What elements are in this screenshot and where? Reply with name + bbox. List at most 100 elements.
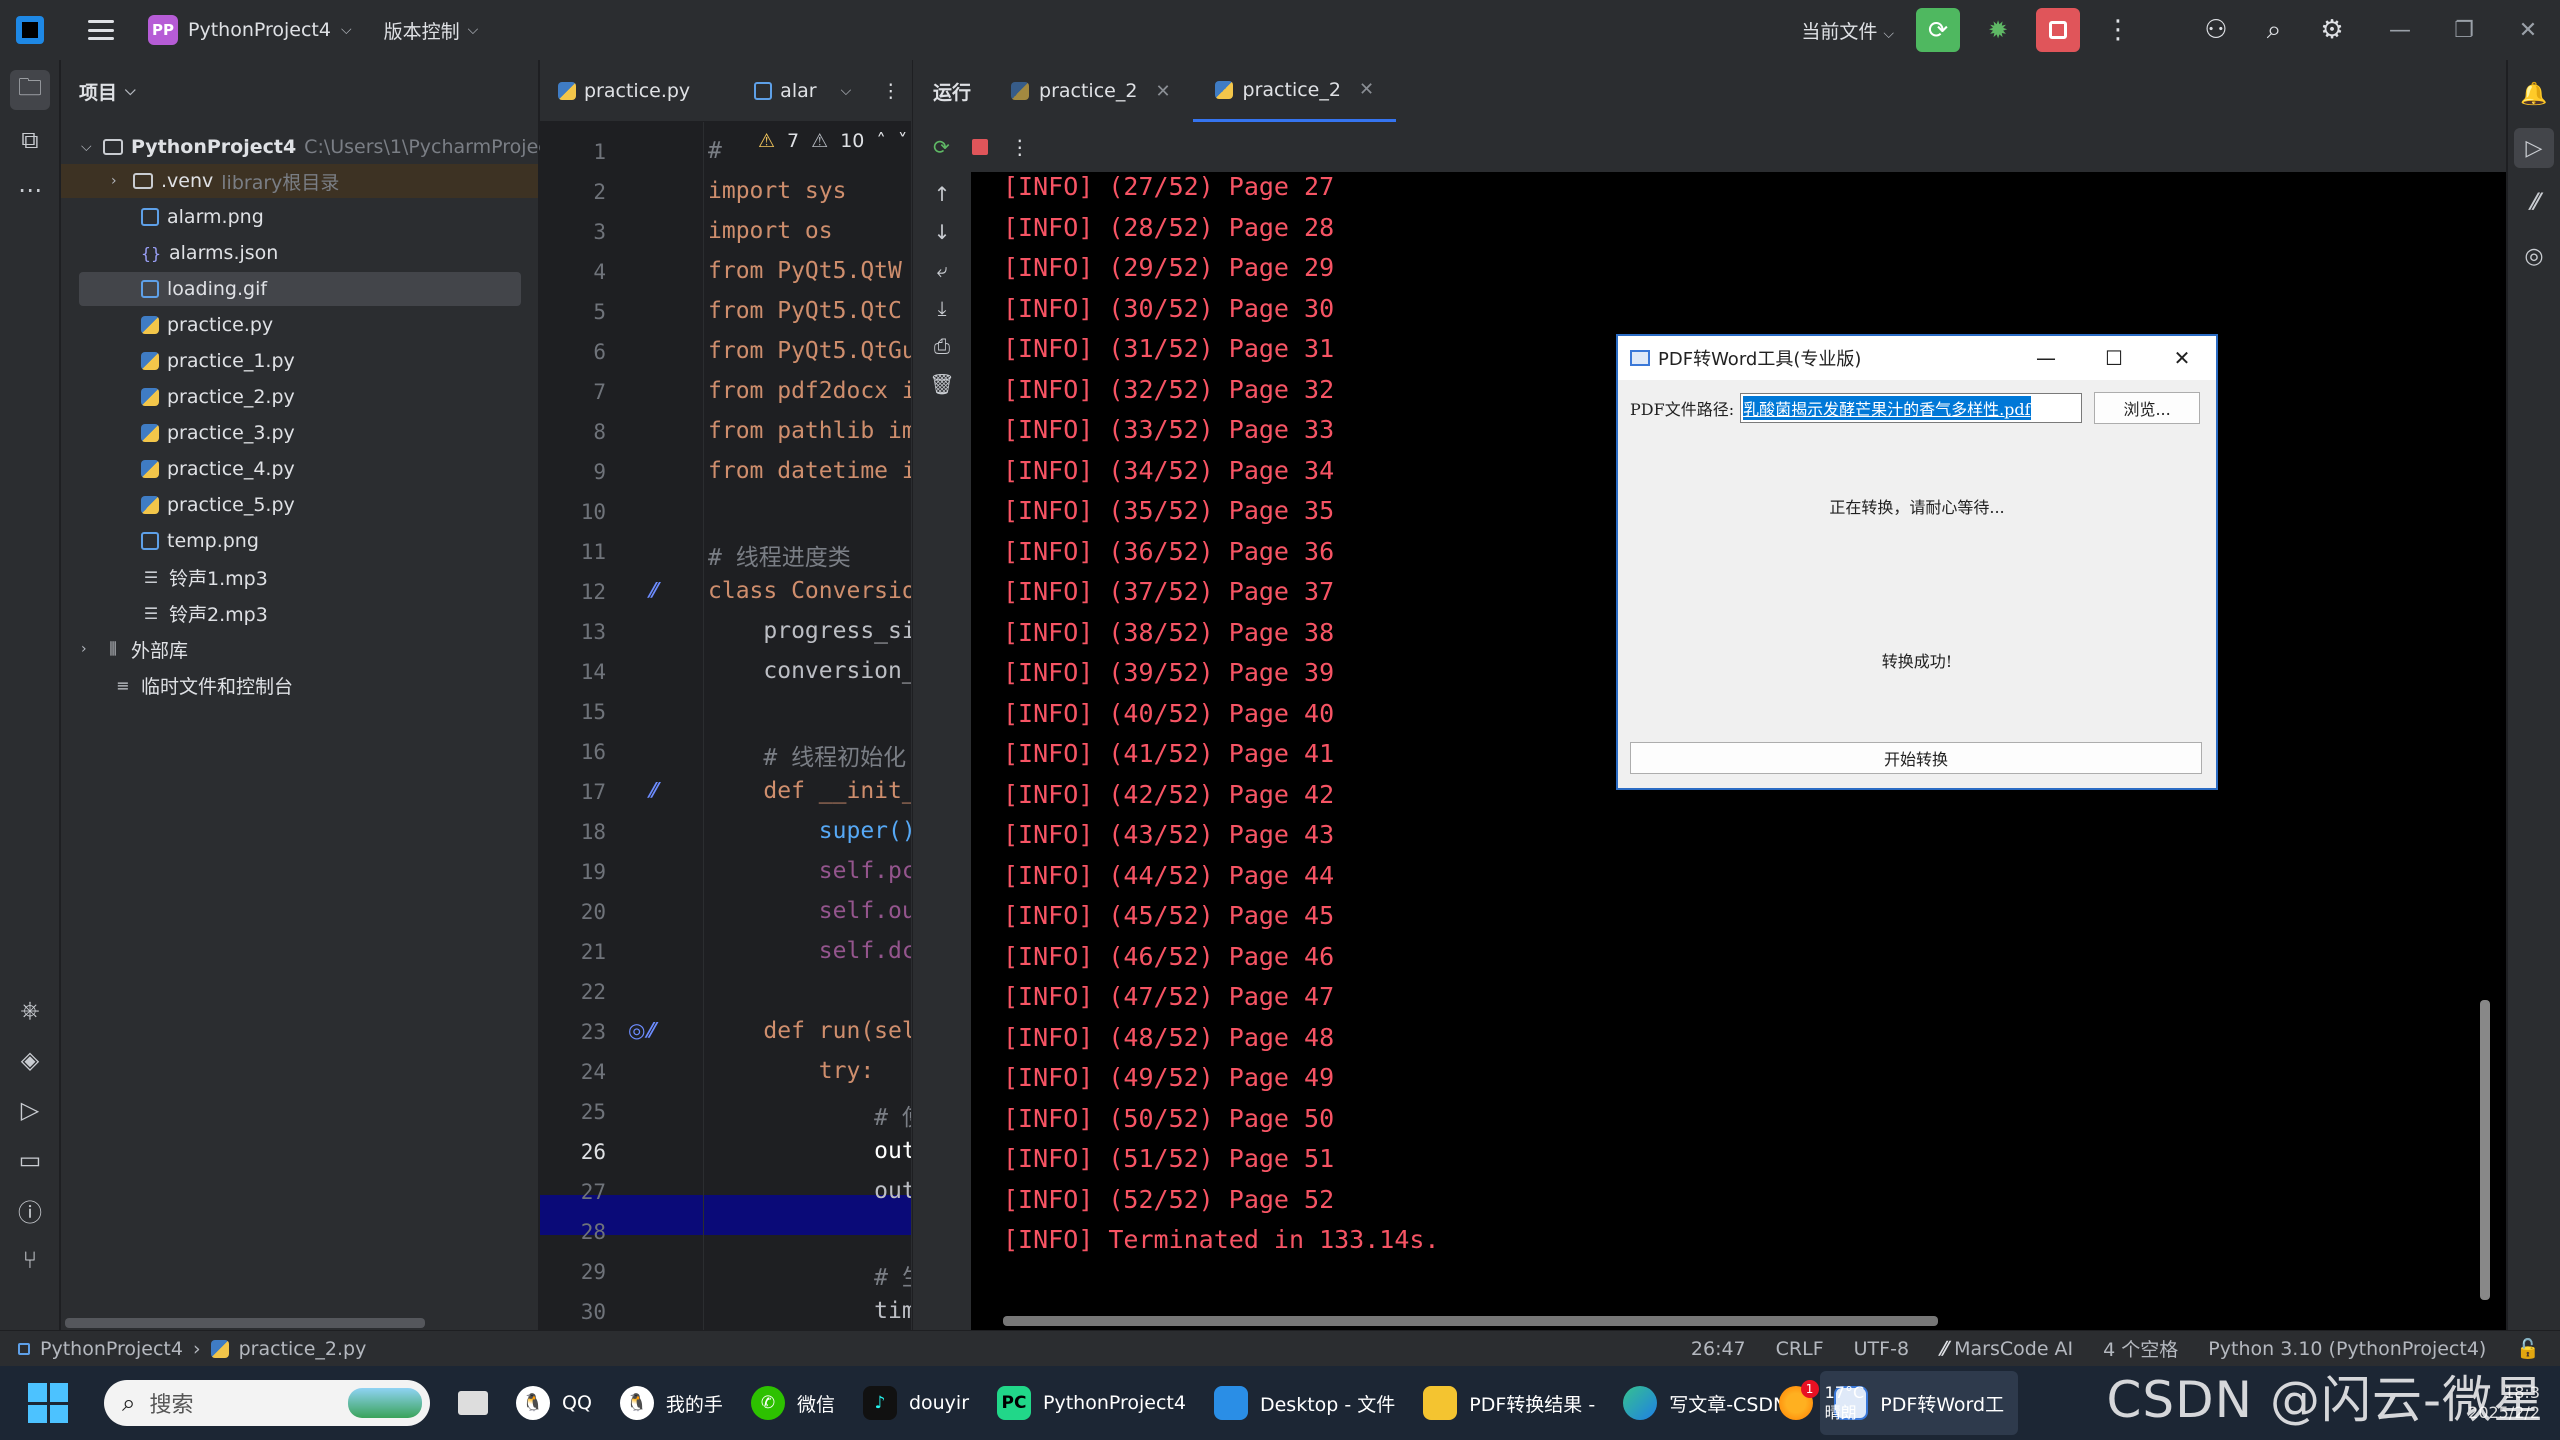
rerun-icon[interactable]: ⟳ [933,135,950,159]
taskbar-app-qq[interactable]: 🐧 QQ [502,1371,606,1435]
tree-item-file[interactable]: practice_1.py [141,344,295,378]
search-icon[interactable]: ⌕ [2252,8,2296,52]
more-tools-icon[interactable]: ⋯ [10,170,50,210]
print-icon[interactable]: ⎙ [913,334,971,372]
tabs-dropdown-icon[interactable]: ⌵ [841,83,852,99]
marscode-icon[interactable]: ⫽ [2514,182,2554,222]
code-area[interactable]: # import sys import os from PyQt5.QtW fr… [708,122,911,1330]
restore-button[interactable]: ❐ [2432,18,2496,43]
tree-item-file[interactable]: alarm.png [141,200,264,234]
git-icon[interactable]: ⑂ [10,1240,50,1280]
python-packages-icon[interactable]: ◈ [10,1040,50,1080]
file-encoding[interactable]: UTF-8 [1854,1338,1909,1360]
tree-item-file[interactable]: practice.py [141,308,273,342]
python-console-icon[interactable]: ⎈ [10,990,50,1030]
project-switcher[interactable]: PP PythonProject4 ⌵ [148,15,352,45]
more-actions-icon[interactable]: ⋮ [881,80,900,102]
tree-item-scratches[interactable]: ≡ 临时文件和控制台 [113,668,293,702]
tree-item-file-selected[interactable]: loading.gif [79,272,521,306]
tree-item-label: practice_2.py [167,386,295,408]
lock-icon[interactable]: 🔓 [2516,1337,2540,1360]
close-icon[interactable]: ✕ [1155,81,1170,102]
stop-button[interactable] [2036,8,2080,52]
tree-item-venv[interactable]: › .venv library根目录 [61,164,538,198]
taskbar-app-douyin[interactable]: ♪ douyir [849,1371,983,1435]
main-menu-icon[interactable] [88,20,114,40]
bell-icon[interactable]: 🔔 [2514,74,2554,114]
weather-widget[interactable]: 17°C 晴朗 [1825,1383,1865,1423]
override-marker-icon[interactable]: ◎⫽ [628,1018,654,1042]
breadcrumb-file[interactable]: practice_2.py [239,1338,367,1360]
indent-setting[interactable]: 4 个空格 [2103,1335,2178,1362]
run-config-selector[interactable]: 当前文件 ⌵ [1801,17,1894,44]
more-actions-icon[interactable]: ⋮ [1010,135,1030,159]
weather-icon[interactable]: 1 [1778,1380,1819,1420]
close-button[interactable]: ✕ [2148,346,2216,370]
project-panel-header[interactable]: 项目 ⌵ [61,60,538,122]
rerun-button[interactable]: ⟳ [1916,8,1960,52]
services-icon[interactable]: ▷ [10,1090,50,1130]
trash-icon[interactable]: 🗑 [913,372,971,410]
gear-icon[interactable]: ⚙ [2310,8,2354,52]
python-interpreter[interactable]: Python 3.10 (PythonProject4) [2208,1338,2486,1360]
ai-marker-icon[interactable]: ⫽ [648,578,657,602]
arrow-down-icon[interactable]: ↓ [913,220,971,258]
vcs-menu[interactable]: 版本控制 ⌵ [384,17,479,44]
python-file-icon [1011,82,1030,100]
project-panel: 项目 ⌵ ⌵ PythonProject4 C:\Users\1\Pycharm… [61,60,583,1330]
pdf-path-input[interactable]: 乳酸菌揭示发酵芒果汁的香气多样性.pdf [1740,393,2083,423]
marscode-status[interactable]: ⫽ MarsCode AI [1939,1338,2073,1360]
tab-alarm[interactable]: alar [708,60,834,121]
minimize-button[interactable]: — [2012,346,2080,370]
debug-button[interactable]: ✹ [1976,8,2020,52]
ai-assistant-icon[interactable]: ◎ [2514,236,2554,276]
tree-item-file[interactable]: practice_3.py [141,416,295,450]
project-folder-icon[interactable]: 🗀 [10,70,50,110]
run-tab[interactable]: practice_2 ✕ [989,60,1193,122]
close-icon[interactable]: ✕ [1359,79,1374,100]
taskbar-app-wechat[interactable]: ✆ 微信 [737,1371,849,1435]
run-tab-active[interactable]: practice_2 ✕ [1192,60,1397,122]
caret-position[interactable]: 26:47 [1691,1338,1746,1360]
horizontal-scrollbar[interactable] [65,1318,425,1328]
tree-item-project-root[interactable]: ⌵ PythonProject4 C:\Users\1\PycharmProje… [81,130,583,164]
taskbar-app-explorer-desktop[interactable]: Desktop - 文件 [1200,1371,1409,1435]
task-view-icon[interactable] [444,1371,502,1435]
tree-item-file[interactable]: practice_2.py [141,380,295,414]
run-tool-icon[interactable]: ▷ [2514,128,2554,168]
vertical-scrollbar[interactable] [2480,1000,2490,1300]
taskbar-app-qq-mobile[interactable]: 🐧 我的手 [606,1371,737,1435]
tree-item-file[interactable]: practice_5.py [141,488,295,522]
ai-marker-icon[interactable]: ⫽ [648,778,657,802]
tree-item-file[interactable]: practice_4.py [141,452,295,486]
tree-item-file[interactable]: ☰ 铃声1.mp3 [141,560,268,594]
maximize-button[interactable]: ☐ [2080,346,2148,370]
soft-wrap-icon[interactable]: ⤶ [913,258,971,296]
start-conversion-button[interactable]: 开始转换 [1630,742,2202,774]
clock[interactable]: 18:3 2025/2/2 [2468,1383,2540,1423]
add-user-icon[interactable]: ⚇ [2194,8,2238,52]
breadcrumb-project[interactable]: PythonProject4 [40,1338,183,1360]
horizontal-scrollbar[interactable] [1003,1316,1938,1326]
arrow-up-icon[interactable]: ↑ [913,182,971,220]
tab-practice[interactable]: practice.py [540,60,708,121]
taskbar-app-pycharm[interactable]: PC PythonProject4 [983,1371,1200,1435]
tree-item-external-libs[interactable]: › ⫼ 外部库 [81,632,188,666]
structure-icon[interactable]: ⧉ [10,120,50,160]
tree-item-file[interactable]: ☰ 铃声2.mp3 [141,596,268,630]
scroll-to-end-icon[interactable]: ⤓ [913,296,971,334]
minimize-button[interactable]: — [2368,18,2432,43]
close-button[interactable]: ✕ [2496,18,2560,43]
browse-button[interactable]: 浏览... [2094,392,2201,424]
line-separator[interactable]: CRLF [1776,1338,1824,1360]
terminal-icon[interactable]: ▭ [10,1140,50,1180]
problems-icon[interactable]: ⓘ [10,1190,50,1230]
taskbar-search[interactable]: ⌕ 搜索 [104,1380,430,1426]
dialog-titlebar[interactable]: PDF转Word工具(专业版) — ☐ ✕ [1618,336,2216,380]
windows-start-icon[interactable] [28,1383,68,1423]
stop-icon[interactable] [971,139,988,155]
tree-item-file[interactable]: temp.png [141,524,259,558]
more-actions-icon[interactable]: ⋮ [2096,8,2140,52]
tree-item-file[interactable]: {} alarms.json [141,236,279,270]
taskbar-app-explorer-pdf[interactable]: PDF转换结果 - [1409,1371,1609,1435]
